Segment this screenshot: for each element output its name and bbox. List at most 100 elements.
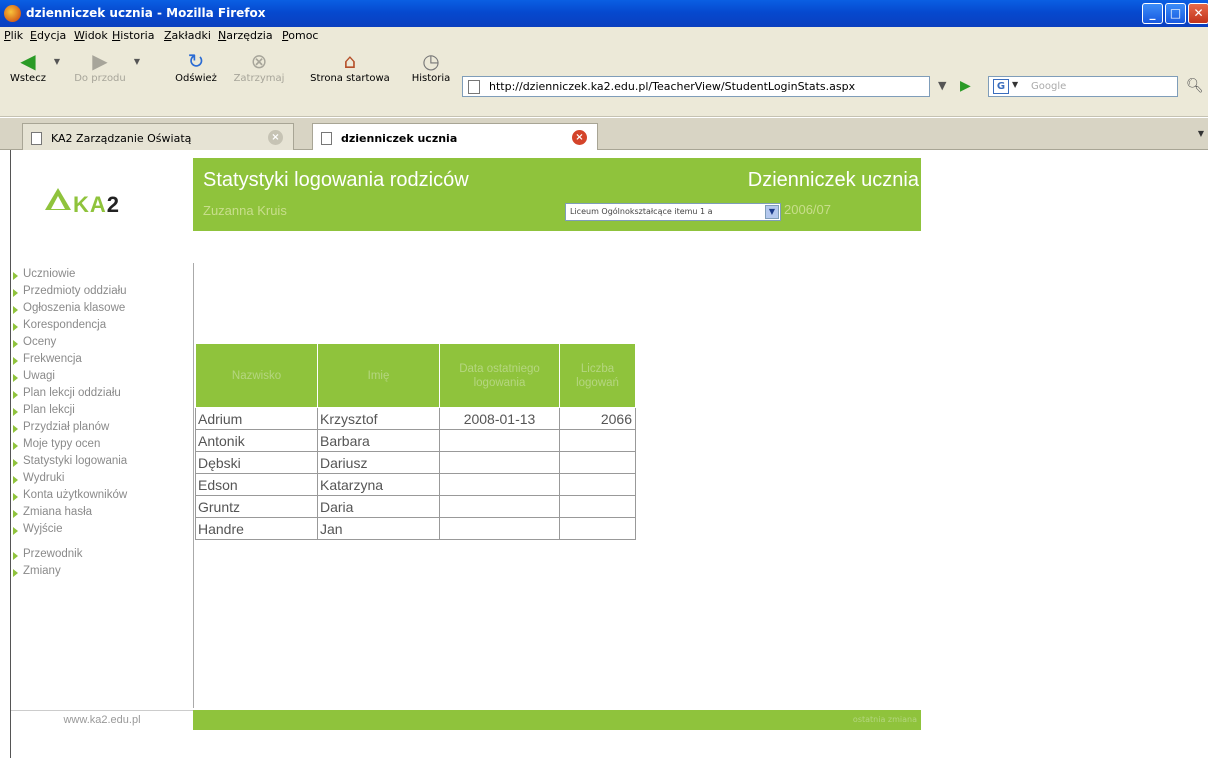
cell-firstname: Jan bbox=[317, 517, 440, 540]
sidebar-item-uczniowie[interactable]: Uczniowie bbox=[11, 268, 193, 285]
footer-link[interactable]: www.ka2.edu.pl bbox=[11, 710, 193, 730]
sidebar-item-plan-lekcji[interactable]: Plan lekcji bbox=[11, 404, 193, 421]
ka2-logo[interactable]: KA2 bbox=[45, 188, 175, 220]
sidebar-item-korespondencja[interactable]: Korespondencja bbox=[11, 319, 193, 336]
reload-icon: ↻ bbox=[187, 49, 205, 73]
logo-triangle-icon bbox=[45, 188, 71, 210]
table-row: Antonik Barbara bbox=[195, 429, 636, 452]
chevron-down-icon[interactable]: ▼ bbox=[765, 205, 779, 219]
sidebar-item-statystyki[interactable]: Statystyki logowania bbox=[11, 455, 193, 472]
home-button[interactable]: ⌂ Strona startowa bbox=[300, 49, 400, 84]
sidebar-item-frekwencja[interactable]: Frekwencja bbox=[11, 353, 193, 370]
google-icon: G bbox=[993, 79, 1009, 94]
window-title: dzienniczek ucznia - Mozilla Firefox bbox=[26, 6, 266, 20]
table-row: Adrium Krzysztof 2008-01-13 2066 bbox=[195, 407, 636, 430]
sidebar-item-zmiana-hasla[interactable]: Zmiana hasła bbox=[11, 506, 193, 523]
search-input[interactable]: G ▼ Google bbox=[988, 76, 1178, 97]
cell-last-login: 2008-01-13 bbox=[439, 407, 560, 430]
page-content: KA2 Statystyki logowania rodziców Dzienn… bbox=[10, 150, 1208, 758]
go-button[interactable]: ▶ bbox=[960, 78, 971, 94]
sidebar-item-przewodnik[interactable]: Przewodnik bbox=[11, 548, 193, 565]
firefox-icon bbox=[4, 5, 21, 22]
close-icon[interactable]: ✕ bbox=[1188, 3, 1208, 24]
url-dropdown-icon[interactable]: ▼ bbox=[938, 79, 946, 92]
sidebar-item-zmiany[interactable]: Zmiany bbox=[11, 565, 193, 582]
column-header[interactable]: Liczba logowań bbox=[559, 343, 636, 408]
column-header[interactable]: Nazwisko bbox=[195, 343, 318, 408]
menu-bar: Plik Edycja Widok Historia Zakładki Narz… bbox=[0, 27, 1208, 45]
column-header[interactable]: Data ostatniego logowania bbox=[439, 343, 560, 408]
cell-firstname: Krzysztof bbox=[317, 407, 440, 430]
app-title: Dzienniczek ucznia bbox=[747, 169, 919, 191]
cell-firstname: Daria bbox=[317, 495, 440, 518]
user-name: Zuzanna Kruis bbox=[203, 203, 287, 218]
sidebar-item-przydzial[interactable]: Przydział planów bbox=[11, 421, 193, 438]
browser-window: dzienniczek ucznia - Mozilla Firefox _ □… bbox=[0, 0, 1208, 758]
maximize-icon[interactable]: □ bbox=[1165, 3, 1186, 24]
sidebar-item-plan-oddzialu[interactable]: Plan lekcji oddziału bbox=[11, 387, 193, 404]
minimize-icon[interactable]: _ bbox=[1142, 3, 1163, 24]
page-icon bbox=[321, 132, 332, 145]
cell-surname: Handre bbox=[195, 517, 318, 540]
sidebar-item-wydruki[interactable]: Wydruki bbox=[11, 472, 193, 489]
footer-bar: ostatnia zmiana bbox=[193, 710, 921, 730]
chevron-down-icon[interactable]: ▼ bbox=[1012, 80, 1018, 89]
close-tab-icon[interactable]: × bbox=[268, 130, 283, 145]
column-header[interactable]: Imię bbox=[317, 343, 440, 408]
table-row: Handre Jan bbox=[195, 517, 636, 540]
menu-history[interactable]: Historia bbox=[112, 29, 154, 42]
menu-file[interactable]: Plik bbox=[4, 29, 23, 42]
url-field[interactable]: http://dzienniczek.ka2.edu.pl/TeacherVie… bbox=[462, 76, 930, 97]
cell-last-login bbox=[439, 517, 560, 540]
back-button[interactable]: ◀ Wstecz ▼ bbox=[6, 49, 60, 84]
chevron-down-icon[interactable]: ▼ bbox=[134, 57, 140, 66]
cell-surname: Antonik bbox=[195, 429, 318, 452]
menu-bookmarks[interactable]: Zakładki bbox=[164, 29, 211, 42]
sidebar-item-ogloszenia[interactable]: Ogłoszenia klasowe bbox=[11, 302, 193, 319]
menu-help[interactable]: Pomoc bbox=[282, 29, 318, 42]
stop-icon: ⊗ bbox=[250, 49, 268, 73]
stop-button[interactable]: ⊗ Zatrzymaj bbox=[230, 49, 288, 84]
page-footer: www.ka2.edu.pl ostatnia zmiana bbox=[11, 710, 921, 730]
sidebar-item-oceny[interactable]: Oceny bbox=[11, 336, 193, 353]
tab-ka2[interactable]: KA2 Zarządzanie Oświatą × bbox=[22, 123, 294, 150]
cell-last-login bbox=[439, 495, 560, 518]
sidebar-item-typy-ocen[interactable]: Moje typy ocen bbox=[11, 438, 193, 455]
cell-firstname: Dariusz bbox=[317, 451, 440, 474]
sidebar-item-konta[interactable]: Konta użytkowników bbox=[11, 489, 193, 506]
search-icon[interactable]: 🔍︎ bbox=[1186, 78, 1204, 94]
tab-list-icon[interactable]: ▼ bbox=[1198, 129, 1204, 138]
menu-view[interactable]: Widok bbox=[74, 29, 108, 42]
sidebar-item-uwagi[interactable]: Uwagi bbox=[11, 370, 193, 387]
header-banner: Statystyki logowania rodziców Dziennicze… bbox=[193, 158, 921, 231]
footer-note: ostatnia zmiana bbox=[852, 715, 917, 724]
cell-login-count bbox=[559, 495, 636, 518]
back-arrow-icon: ◀ bbox=[20, 49, 36, 73]
clock-icon: ◷ bbox=[422, 49, 440, 73]
home-icon: ⌂ bbox=[343, 49, 357, 73]
page-icon bbox=[468, 80, 480, 94]
cell-last-login bbox=[439, 451, 560, 474]
cell-firstname: Katarzyna bbox=[317, 473, 440, 496]
chevron-down-icon[interactable]: ▼ bbox=[54, 57, 60, 66]
cell-surname: Dębski bbox=[195, 451, 318, 474]
close-tab-icon[interactable]: × bbox=[572, 130, 587, 145]
school-year: 2006/07 bbox=[784, 202, 831, 217]
cell-last-login bbox=[439, 473, 560, 496]
sidebar-item-wyjscie[interactable]: Wyjście bbox=[11, 523, 193, 540]
title-bar: dzienniczek ucznia - Mozilla Firefox _ □… bbox=[0, 0, 1208, 27]
menu-edit[interactable]: Edycja bbox=[30, 29, 66, 42]
cell-login-count bbox=[559, 473, 636, 496]
forward-button[interactable]: ▶ Do przodu ▼ bbox=[70, 49, 140, 84]
class-select[interactable]: Liceum Ogólnokształcące itemu 1 a ▼ bbox=[565, 203, 781, 221]
history-button[interactable]: ◷ Historia bbox=[408, 49, 454, 84]
sidebar-item-przedmioty[interactable]: Przedmioty oddziału bbox=[11, 285, 193, 302]
forward-arrow-icon: ▶ bbox=[92, 49, 108, 73]
menu-tools[interactable]: Narzędzia bbox=[218, 29, 273, 42]
table-row: Edson Katarzyna bbox=[195, 473, 636, 496]
table-row: Gruntz Daria bbox=[195, 495, 636, 518]
reload-button[interactable]: ↻ Odśwież bbox=[172, 49, 220, 84]
tab-dzienniczek[interactable]: dzienniczek ucznia × bbox=[312, 123, 598, 151]
page-title: Statystyki logowania rodziców bbox=[203, 169, 469, 191]
divider bbox=[193, 263, 194, 708]
